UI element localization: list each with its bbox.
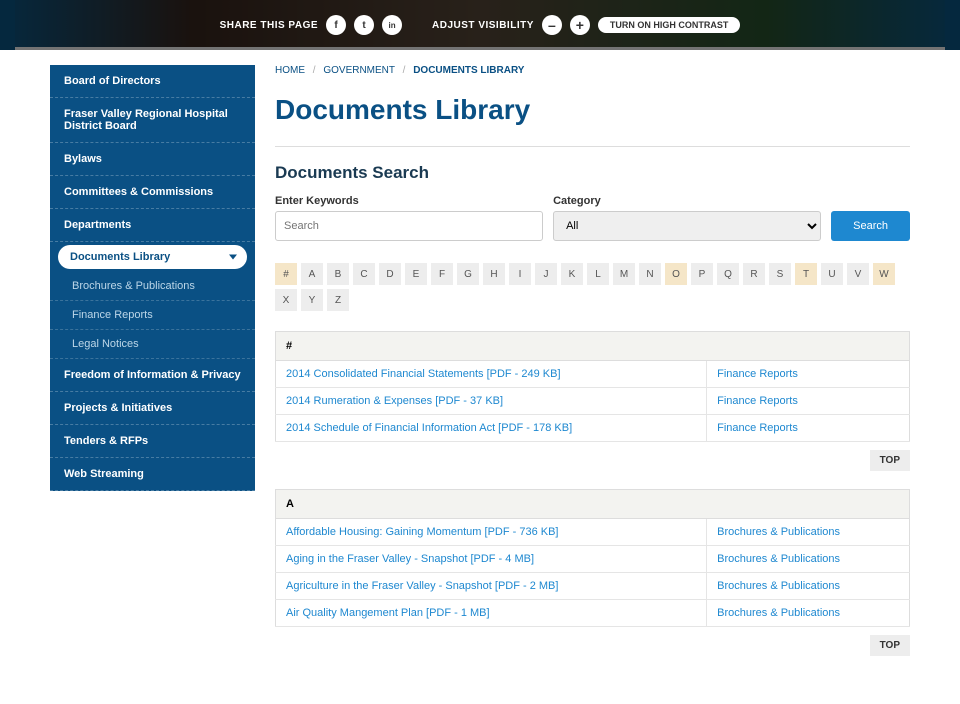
keywords-label: Enter Keywords xyxy=(275,195,543,207)
page-title: Documents Library xyxy=(275,94,910,126)
sidebar-subitem-5-1[interactable]: Finance Reports xyxy=(50,301,255,330)
doc-category[interactable]: Brochures & Publications xyxy=(707,519,910,546)
alpha-filter-J[interactable]: J xyxy=(535,263,557,285)
share-group: SHARE THIS PAGE f t in xyxy=(220,15,402,35)
doc-category[interactable]: Finance Reports xyxy=(707,415,910,442)
table-row: Affordable Housing: Gaining Momentum [PD… xyxy=(276,519,910,546)
alpha-filter-V[interactable]: V xyxy=(847,263,869,285)
breadcrumb-government[interactable]: GOVERNMENT xyxy=(323,65,395,76)
section-header: # xyxy=(276,332,910,361)
back-to-top-button[interactable]: TOP xyxy=(870,635,910,656)
alpha-filter-hash[interactable]: # xyxy=(275,263,297,285)
sidebar-item-7[interactable]: Projects & Initiatives xyxy=(50,392,255,425)
contrast-toggle-button[interactable]: TURN ON HIGH CONTRAST xyxy=(598,17,741,33)
table-row: Agriculture in the Fraser Valley - Snaps… xyxy=(276,573,910,600)
alpha-filter-N[interactable]: N xyxy=(639,263,661,285)
sidebar-item-6[interactable]: Freedom of Information & Privacy xyxy=(50,359,255,392)
doc-link[interactable]: 2014 Consolidated Financial Statements [… xyxy=(286,368,561,380)
hero-banner: SHARE THIS PAGE f t in ADJUST VISIBILITY… xyxy=(0,0,960,50)
alpha-filter-I[interactable]: I xyxy=(509,263,531,285)
doc-category[interactable]: Finance Reports xyxy=(707,361,910,388)
zoom-out-button[interactable]: – xyxy=(542,15,562,35)
alpha-filter-E[interactable]: E xyxy=(405,263,427,285)
sidebar-item-0[interactable]: Board of Directors xyxy=(50,65,255,98)
sidebar-item-4[interactable]: Departments xyxy=(50,209,255,242)
keywords-input[interactable] xyxy=(275,211,543,241)
alpha-filter-A[interactable]: A xyxy=(301,263,323,285)
breadcrumb: HOME / GOVERNMENT / DOCUMENTS LIBRARY xyxy=(275,65,910,76)
alpha-filter-H[interactable]: H xyxy=(483,263,505,285)
doc-link[interactable]: Agriculture in the Fraser Valley - Snaps… xyxy=(286,580,558,592)
alpha-filter-W[interactable]: W xyxy=(873,263,895,285)
alpha-filter-U[interactable]: U xyxy=(821,263,843,285)
visibility-label: ADJUST VISIBILITY xyxy=(432,20,534,31)
sidebar-subitem-5-2[interactable]: Legal Notices xyxy=(50,330,255,359)
hero-toolbar: SHARE THIS PAGE f t in ADJUST VISIBILITY… xyxy=(0,0,960,50)
doc-table-#: #2014 Consolidated Financial Statements … xyxy=(275,331,910,442)
doc-category[interactable]: Finance Reports xyxy=(707,388,910,415)
alpha-filter-X[interactable]: X xyxy=(275,289,297,311)
breadcrumb-current: DOCUMENTS LIBRARY xyxy=(413,65,524,76)
search-form: Enter Keywords Category All Search xyxy=(275,195,910,241)
sidebar-item-3[interactable]: Committees & Commissions xyxy=(50,176,255,209)
table-row: 2014 Consolidated Financial Statements [… xyxy=(276,361,910,388)
alpha-filter-Z[interactable]: Z xyxy=(327,289,349,311)
alpha-filter-B[interactable]: B xyxy=(327,263,349,285)
alpha-filter-F[interactable]: F xyxy=(431,263,453,285)
sidebar-item-2[interactable]: Bylaws xyxy=(50,143,255,176)
doc-link[interactable]: 2014 Rumeration & Expenses [PDF - 37 KB] xyxy=(286,395,503,407)
doc-category[interactable]: Brochures & Publications xyxy=(707,573,910,600)
doc-link[interactable]: Air Quality Mangement Plan [PDF - 1 MB] xyxy=(286,607,490,619)
alpha-filter-Q[interactable]: Q xyxy=(717,263,739,285)
alpha-filter-P[interactable]: P xyxy=(691,263,713,285)
visibility-group: ADJUST VISIBILITY – + TURN ON HIGH CONTR… xyxy=(432,15,740,35)
doc-link[interactable]: Aging in the Fraser Valley - Snapshot [P… xyxy=(286,553,534,565)
alpha-filter-K[interactable]: K xyxy=(561,263,583,285)
alpha-filter-M[interactable]: M xyxy=(613,263,635,285)
zoom-in-button[interactable]: + xyxy=(570,15,590,35)
category-select[interactable]: All xyxy=(553,211,821,241)
alpha-filter-O[interactable]: O xyxy=(665,263,687,285)
alpha-filter-D[interactable]: D xyxy=(379,263,401,285)
twitter-icon[interactable]: t xyxy=(354,15,374,35)
search-button[interactable]: Search xyxy=(831,211,910,241)
sidebar-subitem-5-0[interactable]: Brochures & Publications xyxy=(50,272,255,301)
search-heading: Documents Search xyxy=(275,163,910,183)
sidebar-item-1[interactable]: Fraser Valley Regional Hospital District… xyxy=(50,98,255,143)
doc-link[interactable]: Affordable Housing: Gaining Momentum [PD… xyxy=(286,526,559,538)
alpha-filter-L[interactable]: L xyxy=(587,263,609,285)
table-row: 2014 Schedule of Financial Information A… xyxy=(276,415,910,442)
facebook-icon[interactable]: f xyxy=(326,15,346,35)
doc-category[interactable]: Brochures & Publications xyxy=(707,600,910,627)
alpha-filter-S[interactable]: S xyxy=(769,263,791,285)
sidebar-nav: Board of DirectorsFraser Valley Regional… xyxy=(50,65,255,491)
alpha-filter-Y[interactable]: Y xyxy=(301,289,323,311)
table-row: 2014 Rumeration & Expenses [PDF - 37 KB]… xyxy=(276,388,910,415)
table-row: Aging in the Fraser Valley - Snapshot [P… xyxy=(276,546,910,573)
doc-link[interactable]: 2014 Schedule of Financial Information A… xyxy=(286,422,572,434)
doc-category[interactable]: Brochures & Publications xyxy=(707,546,910,573)
main-content: HOME / GOVERNMENT / DOCUMENTS LIBRARY Do… xyxy=(275,65,910,674)
table-row: Air Quality Mangement Plan [PDF - 1 MB] B… xyxy=(276,600,910,627)
back-to-top-button[interactable]: TOP xyxy=(870,450,910,471)
alpha-filter: #ABCDEFGHIJKLMNOPQRSTUVW XYZ xyxy=(275,263,910,311)
alpha-filter-T[interactable]: T xyxy=(795,263,817,285)
category-label: Category xyxy=(553,195,821,207)
sidebar-item-8[interactable]: Tenders & RFPs xyxy=(50,425,255,458)
alpha-filter-C[interactable]: C xyxy=(353,263,375,285)
sidebar-item-5[interactable]: Documents Library xyxy=(58,245,247,269)
sidebar-item-9[interactable]: Web Streaming xyxy=(50,458,255,491)
breadcrumb-home[interactable]: HOME xyxy=(275,65,305,76)
alpha-filter-G[interactable]: G xyxy=(457,263,479,285)
doc-table-A: A Affordable Housing: Gaining Momentum [P… xyxy=(275,489,910,627)
section-header: A xyxy=(276,490,910,519)
share-label: SHARE THIS PAGE xyxy=(220,20,318,31)
linkedin-icon[interactable]: in xyxy=(382,15,402,35)
alpha-filter-R[interactable]: R xyxy=(743,263,765,285)
